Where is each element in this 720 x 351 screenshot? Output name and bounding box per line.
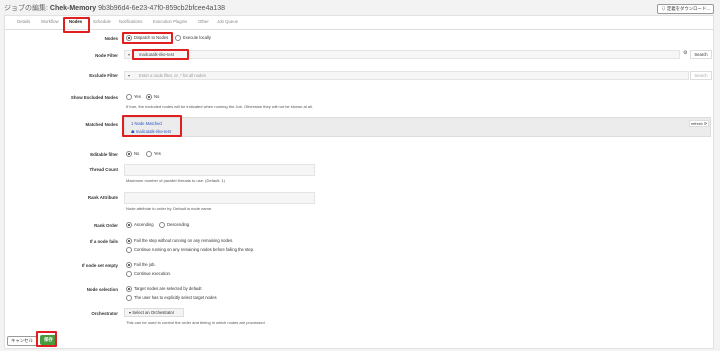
- rank-attribute-help: Node attribute to order by. Default is n…: [126, 206, 213, 211]
- tab-execution-plugins[interactable]: Execution Plugins: [153, 19, 187, 24]
- highlight-nodes-tab: [63, 17, 90, 33]
- node-selection-label: Node selection: [86, 287, 118, 292]
- continue-execution-radio[interactable]: Continue execution.: [126, 271, 171, 277]
- exclude-filter-placeholder: Enter a node filter, or .* for all nodes: [139, 73, 206, 78]
- matched-nodes-label: Matched Nodes: [85, 122, 118, 127]
- search-button[interactable]: Search: [690, 50, 712, 59]
- tab-details[interactable]: Details: [17, 19, 30, 24]
- explicit-select-radio[interactable]: The user has to explicitly select target…: [126, 295, 217, 301]
- radio-icon: [126, 238, 132, 244]
- execute-locally-radio[interactable]: Execute locally: [175, 35, 211, 41]
- tab-bar: Details Workflow Nodes Schedule Notifica…: [5, 16, 713, 30]
- exclude-filter-input[interactable]: ▾ Enter a node filter, or .* for all nod…: [124, 71, 689, 80]
- rank-attribute-label: Rank Attribute: [87, 195, 118, 200]
- radio-icon: [146, 151, 152, 157]
- rank-descending-radio[interactable]: Descending: [159, 222, 189, 228]
- highlight-node-filter: [132, 49, 189, 60]
- job-edit-panel: Details Workflow Nodes Schedule Notifica…: [4, 15, 714, 349]
- job-name: Chek-Memory: [49, 5, 97, 12]
- radio-icon: [146, 94, 152, 100]
- rank-order-label: Rank Order: [94, 223, 118, 228]
- thread-count-input[interactable]: [124, 164, 315, 176]
- editable-filter-label: Editable filter: [90, 152, 118, 157]
- download-definition-button[interactable]: ⇩ 定義をダウンロード...: [657, 4, 714, 14]
- node-set-empty-label: If node set empty: [81, 263, 118, 268]
- radio-icon: [126, 286, 132, 292]
- page-header: ジョブの編集: Chek-Memory 9b3b96d4-6e23-47f0-8…: [4, 3, 716, 15]
- radio-icon: [126, 222, 132, 228]
- radio-icon: [126, 295, 132, 301]
- filter-dropdown-icon[interactable]: ▾: [128, 52, 130, 57]
- continue-running-radio[interactable]: Continue running on any remaining nodes …: [126, 247, 254, 253]
- tab-job-queue[interactable]: Job Queue: [217, 19, 238, 24]
- filter-dropdown-icon[interactable]: ▾: [128, 73, 130, 78]
- node-filter-input[interactable]: ▾ mailcutalk-rike-test: [124, 50, 680, 59]
- radio-icon: [126, 151, 132, 157]
- show-excluded-label: Show Excluded Nodes: [70, 95, 118, 100]
- dispatch-label: Nodes: [104, 36, 118, 41]
- gear-icon[interactable]: ⚙: [683, 50, 687, 56]
- tab-schedule[interactable]: Schedule: [93, 19, 111, 24]
- rank-ascending-radio[interactable]: Ascending: [126, 222, 154, 228]
- selected-by-default-radio[interactable]: Target nodes are selected by default: [126, 286, 202, 292]
- thread-count-label: Thread Count: [89, 167, 118, 172]
- refresh-button[interactable]: refresh ⟳: [689, 120, 709, 127]
- radio-icon: [175, 35, 181, 41]
- exclude-filter-label: Exclude Filter: [89, 73, 118, 78]
- radio-icon: [126, 271, 132, 277]
- rank-attribute-input[interactable]: [124, 192, 315, 204]
- show-excluded-no-radio[interactable]: No: [146, 94, 159, 100]
- fail-job-radio[interactable]: Fail the job.: [126, 262, 156, 268]
- exclude-search-button[interactable]: Search: [690, 71, 712, 80]
- radio-icon: [126, 247, 132, 253]
- highlight-dispatch: [122, 32, 173, 44]
- radio-icon: [126, 94, 132, 100]
- show-excluded-yes-radio[interactable]: Yes: [126, 94, 141, 100]
- orchestrator-select[interactable]: ▾ Select an Orchestrator: [124, 308, 184, 317]
- matched-nodes-panel: 1 Node Matched ☗ mailcutalk-rike-test re…: [124, 117, 711, 137]
- highlight-save: [36, 331, 57, 347]
- cancel-button[interactable]: キャンセル: [7, 336, 37, 346]
- node-fails-label: If a node fails: [89, 239, 118, 244]
- thread-count-help: Maximum number of parallel threads to us…: [126, 178, 225, 183]
- editable-yes-radio[interactable]: Yes: [146, 151, 161, 157]
- orchestrator-label: Orchestrator: [91, 311, 118, 316]
- tab-other[interactable]: Other: [198, 19, 209, 24]
- radio-icon: [159, 222, 165, 228]
- tab-notifications[interactable]: Notifications: [119, 19, 142, 24]
- tab-workflow[interactable]: Workflow: [41, 19, 59, 24]
- show-excluded-help: If true, the excluded nodes will be indi…: [126, 104, 313, 109]
- highlight-matched-nodes: [122, 115, 182, 137]
- radio-icon: [126, 262, 132, 268]
- page-title-prefix: ジョブの編集:: [4, 5, 48, 12]
- job-id: 9b3b96d4-6e23-47f0-859cb2bfcee4a138: [98, 5, 226, 12]
- node-filter-label: Node Filter: [95, 53, 118, 58]
- editable-no-radio[interactable]: No: [126, 151, 139, 157]
- fail-step-radio[interactable]: Fail the step without running on any rem…: [126, 238, 233, 244]
- orchestrator-help: This can be used to control the order an…: [126, 320, 265, 325]
